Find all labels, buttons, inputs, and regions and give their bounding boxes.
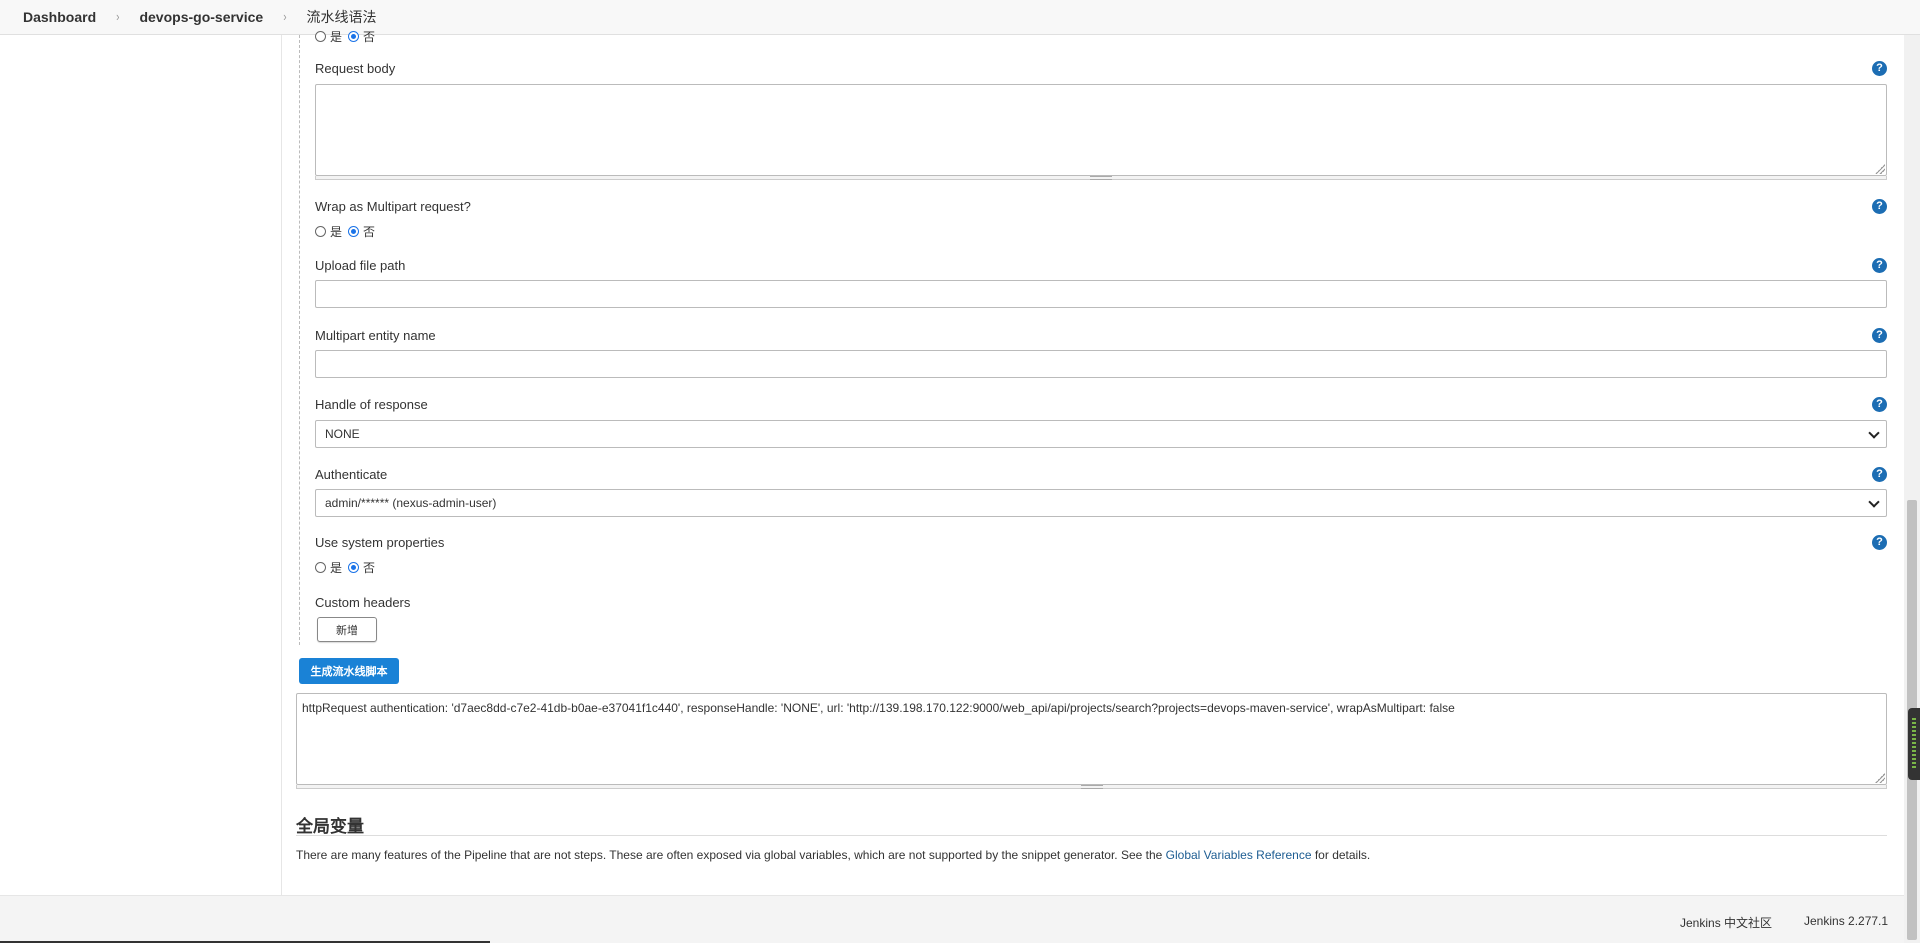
help-icon[interactable]: ?	[1872, 258, 1887, 273]
help-icon[interactable]: ?	[1872, 397, 1887, 412]
multipart-entity-name-label: Multipart entity name	[315, 328, 436, 343]
description-text: There are many features of the Pipeline …	[296, 848, 1166, 862]
resize-grip-icon[interactable]	[1875, 773, 1885, 783]
breadcrumb-dashboard[interactable]: Dashboard	[23, 9, 96, 25]
multipart-entity-name-input[interactable]	[315, 350, 1887, 378]
breadcrumb-pipeline-syntax[interactable]: 流水线语法	[307, 7, 377, 27]
wrap-multipart-no-label: 否	[363, 225, 376, 239]
use-system-properties-no-label: 否	[363, 561, 376, 575]
request-body-label: Request body	[315, 61, 396, 76]
side-panel	[0, 35, 282, 895]
generate-pipeline-script-button[interactable]: 生成流水线脚本	[299, 658, 399, 684]
help-icon[interactable]: ?	[1872, 467, 1887, 482]
chevron-down-icon	[1868, 427, 1880, 439]
use-system-properties-yes-radio[interactable]	[315, 562, 326, 573]
authenticate-label: Authenticate	[315, 467, 388, 482]
authenticate-row: Authenticate ?	[315, 467, 1887, 483]
global-variables-reference-link[interactable]: Global Variables Reference	[1166, 848, 1312, 862]
footer-community-link[interactable]: Jenkins 中文社区	[1680, 914, 1772, 931]
footer-version-link[interactable]: Jenkins 2.277.1	[1804, 914, 1888, 928]
authenticate-value: admin/****** (nexus-admin-user)	[325, 496, 497, 510]
help-icon[interactable]: ?	[1872, 328, 1887, 343]
wrap-multipart-label: Wrap as Multipart request?	[315, 199, 471, 214]
radio-yes-label: 是	[330, 30, 343, 44]
global-variables-title: 全局变量	[296, 817, 364, 836]
http-request-form: 是 否 Request body ? Wrap as Multipart req…	[299, 30, 1889, 645]
request-body-textarea[interactable]	[315, 84, 1887, 176]
multipart-entity-name-row: Multipart entity name ?	[315, 328, 1887, 344]
authenticate-select[interactable]: admin/****** (nexus-admin-user)	[315, 489, 1887, 517]
handle-of-response-value: NONE	[325, 427, 360, 441]
global-variables-description: There are many features of the Pipeline …	[296, 848, 1370, 862]
upload-file-path-input[interactable]	[315, 280, 1887, 308]
footer: Jenkins 中文社区 Jenkins 2.277.1	[0, 895, 1920, 943]
radio-no-label: 否	[363, 30, 376, 44]
wrap-multipart-row: Wrap as Multipart request? ?	[315, 199, 1887, 215]
handle-of-response-row: Handle of response ?	[315, 397, 1887, 413]
custom-headers-label: Custom headers	[315, 595, 411, 610]
request-body-resize-bar[interactable]	[315, 176, 1887, 180]
use-system-properties-label: Use system properties	[315, 535, 445, 550]
upload-file-path-label: Upload file path	[315, 258, 406, 273]
help-icon[interactable]: ?	[1872, 199, 1887, 214]
chevron-down-icon	[1868, 496, 1880, 508]
side-widget-icon[interactable]	[1908, 708, 1920, 780]
wrap-multipart-yes-label: 是	[330, 225, 343, 239]
wrap-multipart-radio-group: 是 否	[315, 223, 381, 240]
custom-headers-row: Custom headers	[315, 595, 1887, 611]
use-system-properties-radio-group: 是 否	[315, 559, 381, 576]
chevron-right-icon: ›	[283, 9, 287, 25]
use-system-properties-row: Use system properties ?	[315, 535, 1887, 551]
description-text-end: for details.	[1311, 848, 1371, 862]
help-icon[interactable]: ?	[1872, 61, 1887, 76]
chevron-right-icon: ›	[116, 9, 120, 25]
page-scrollbar[interactable]	[1904, 35, 1920, 943]
resize-grip-icon[interactable]	[1875, 164, 1885, 174]
breadcrumb-project[interactable]: devops-go-service	[139, 9, 263, 25]
add-header-button[interactable]: 新增	[317, 617, 377, 642]
generated-script-output[interactable]: httpRequest authentication: 'd7aec8dd-c7…	[296, 693, 1887, 785]
request-body-row: Request body ?	[315, 61, 1887, 77]
use-system-properties-no-radio[interactable]	[348, 562, 360, 573]
radio-no[interactable]	[348, 31, 360, 42]
output-resize-bar[interactable]	[296, 785, 1887, 789]
help-icon[interactable]: ?	[1872, 535, 1887, 550]
wrap-multipart-yes-radio[interactable]	[315, 226, 326, 237]
handle-of-response-label: Handle of response	[315, 397, 428, 412]
wrap-multipart-no-radio[interactable]	[348, 226, 360, 237]
breadcrumb: Dashboard › devops-go-service › 流水线语法	[0, 0, 1920, 35]
output-resize-grip[interactable]	[1872, 770, 1886, 784]
upload-file-path-row: Upload file path ?	[315, 258, 1887, 274]
top-radio-group: 是 否	[315, 28, 381, 45]
radio-yes[interactable]	[315, 31, 326, 42]
handle-of-response-select[interactable]: NONE	[315, 420, 1887, 448]
section-divider	[296, 835, 1887, 836]
use-system-properties-yes-label: 是	[330, 561, 343, 575]
generated-script-text: httpRequest authentication: 'd7aec8dd-c7…	[302, 701, 1455, 715]
